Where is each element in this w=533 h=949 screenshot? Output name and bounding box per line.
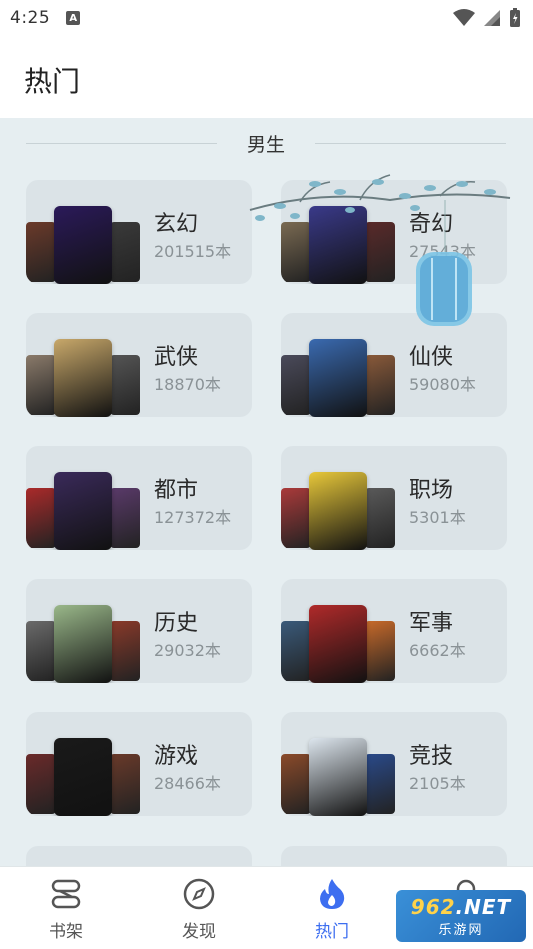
book-cover-main	[54, 472, 112, 550]
book-cover-left	[281, 621, 311, 681]
app-header: 热门	[0, 36, 533, 118]
category-count: 5301本	[409, 508, 466, 527]
category-name: 历史	[154, 611, 199, 636]
book-cover-left	[281, 355, 311, 415]
section-header: 男生	[26, 130, 507, 156]
category-card[interactable]: 仙侠 59080本	[281, 313, 507, 417]
category-count: 59080本	[409, 375, 476, 394]
flame-icon	[315, 877, 349, 911]
category-count: 18870本	[154, 375, 221, 394]
book-cover-right	[110, 222, 140, 282]
category-count: 127372本	[154, 508, 232, 527]
page-title: 热门	[24, 65, 81, 98]
section-divider-right	[315, 142, 507, 144]
category-name: 奇幻	[409, 212, 454, 237]
book-cover-right	[110, 621, 140, 681]
category-name: 游戏	[154, 744, 199, 769]
nav-discover-label: 发现	[182, 922, 216, 942]
watermark-top-b: .NET	[455, 894, 512, 919]
wifi-icon	[453, 9, 475, 26]
status-time: 4:25	[10, 8, 51, 28]
watermark-logo: 962.NET 乐游网	[396, 890, 526, 942]
category-name: 军事	[409, 611, 454, 636]
book-cover-main	[309, 206, 367, 284]
category-name: 都市	[154, 478, 199, 503]
watermark-bottom: 乐游网	[438, 922, 484, 938]
book-cover-left	[281, 488, 311, 548]
book-cover-main	[54, 605, 112, 683]
nav-bookshelf-label: 书架	[49, 922, 83, 942]
nav-discover[interactable]: 发现	[159, 877, 239, 942]
nav-hot-label: 热门	[315, 922, 349, 942]
book-cover-right	[110, 754, 140, 814]
book-cover-right	[110, 488, 140, 548]
category-card[interactable]: 武侠 18870本	[26, 313, 252, 417]
book-cover-right	[365, 222, 395, 282]
nav-hot[interactable]: 热门	[292, 877, 372, 942]
section-divider-left	[26, 142, 217, 144]
book-cover-main	[54, 339, 112, 417]
category-name: 竞技	[409, 744, 454, 769]
book-cover-left	[26, 754, 56, 814]
category-name: 武侠	[154, 345, 199, 370]
category-count: 29032本	[154, 641, 221, 660]
category-name: 玄幻	[154, 212, 199, 237]
book-cover-main	[309, 738, 367, 816]
signal-icon	[484, 10, 500, 26]
book-cover-left	[26, 355, 56, 415]
book-cover-main	[309, 605, 367, 683]
battery-icon	[510, 8, 520, 27]
book-cover-right	[365, 621, 395, 681]
book-cover-right	[365, 754, 395, 814]
book-cover-right	[365, 488, 395, 548]
book-cover-main	[54, 206, 112, 284]
category-count: 6662本	[409, 641, 466, 660]
status-bar: 4:25 A	[0, 0, 533, 36]
status-indicators	[453, 8, 521, 28]
section-title: 男生	[247, 133, 286, 156]
category-count: 28466本	[154, 774, 221, 793]
category-list: 男生 玄幻 201515本 奇幻 27543本武侠 18870本 仙侠 59080本都市 12…	[0, 118, 533, 866]
notification-icon: A	[66, 11, 81, 25]
category-count: 2105本	[409, 774, 466, 793]
watermark-top: 962.NET	[411, 895, 511, 919]
book-cover-left	[26, 222, 56, 282]
category-card[interactable]: 奇幻 27543本	[281, 180, 507, 284]
category-name: 仙侠	[409, 345, 454, 370]
nav-bookshelf[interactable]: 书架	[26, 877, 106, 942]
bookshelf-icon	[49, 877, 83, 911]
category-card[interactable]: 军事 6662本	[281, 579, 507, 683]
category-card[interactable]: 都市 127372本	[26, 446, 252, 550]
book-cover-main	[309, 472, 367, 550]
book-cover-left	[281, 222, 311, 282]
compass-icon	[182, 877, 216, 911]
category-card-partial[interactable]	[26, 846, 252, 866]
category-card[interactable]: 玄幻 201515本	[26, 180, 252, 284]
book-cover-right	[110, 355, 140, 415]
category-count: 201515本	[154, 242, 232, 261]
book-cover-main	[54, 738, 112, 816]
book-cover-main	[309, 339, 367, 417]
book-cover-left	[281, 754, 311, 814]
category-name: 职场	[409, 478, 454, 503]
category-card[interactable]: 职场 5301本	[281, 446, 507, 550]
watermark-top-a: 962	[410, 894, 456, 919]
category-card[interactable]: 竞技 2105本	[281, 712, 507, 816]
book-cover-left	[26, 621, 56, 681]
category-count: 27543本	[409, 242, 476, 261]
category-card[interactable]: 游戏 28466本	[26, 712, 252, 816]
book-cover-left	[26, 488, 56, 548]
category-card[interactable]: 历史 29032本	[26, 579, 252, 683]
category-card-partial[interactable]	[281, 846, 507, 866]
book-cover-right	[365, 355, 395, 415]
